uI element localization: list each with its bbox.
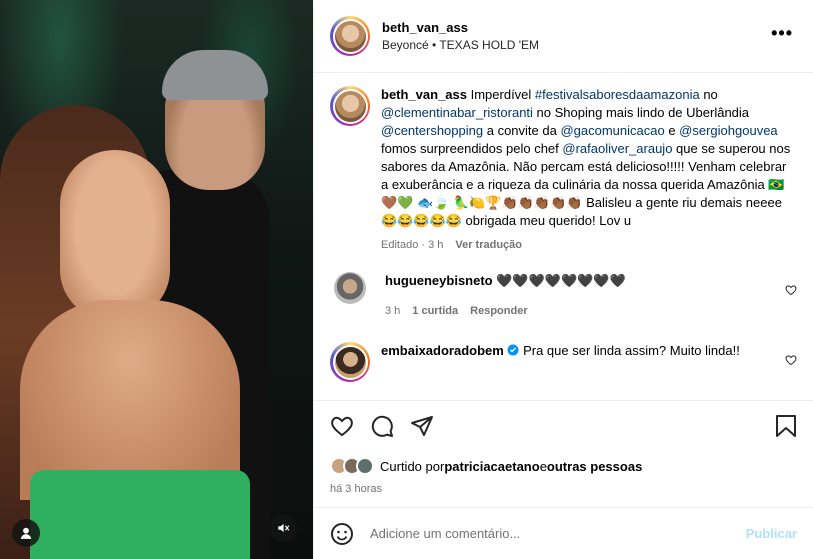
share-paper-plane-icon[interactable] — [410, 414, 434, 438]
post-actions: Curtido por patriciacaetano e outras pes… — [314, 400, 813, 508]
mention[interactable]: @clementinabar_ristoranti — [381, 105, 533, 120]
commenter-avatar[interactable] — [334, 272, 366, 304]
comment-bubble-icon[interactable] — [370, 414, 394, 438]
comment-meta: 3 h 1 curtida Responder — [385, 302, 795, 320]
speaker-muted-icon — [278, 523, 290, 533]
comment-text: embaixadoradobem Pra que ser linda assim… — [381, 343, 740, 358]
liked-by: Curtido por patriciacaetano e outras pes… — [330, 457, 797, 475]
comment-item: hugueneybisneto 🖤🖤🖤🖤🖤🖤🖤🖤 3 h1 curtida Res… — [330, 272, 797, 320]
post-sidebar: beth_van_ass Beyoncé • TEXAS HOLD 'EM ••… — [313, 0, 813, 559]
comments-list[interactable]: beth_van_ass Imperdível #festivalsabores… — [314, 74, 813, 400]
photo-woman-dress — [30, 470, 250, 559]
caption: beth_van_ass Imperdível #festivalsabores… — [330, 86, 797, 254]
post-media[interactable] — [0, 0, 313, 559]
liker-username[interactable]: patriciacaetano — [444, 459, 539, 474]
comment-likes[interactable]: 1 curtida — [412, 305, 458, 317]
caption-username[interactable]: beth_van_ass — [381, 87, 467, 102]
post-dialog: beth_van_ass Beyoncé • TEXAS HOLD 'EM ••… — [0, 0, 813, 559]
see-translation-link[interactable]: Ver tradução — [455, 239, 522, 251]
publish-button[interactable]: Publicar — [746, 526, 797, 541]
save-bookmark-icon[interactable] — [775, 414, 797, 438]
hashtag[interactable]: #festivalsaboresdaamazonia — [535, 87, 700, 102]
commenter-username[interactable]: embaixadoradobem — [381, 343, 504, 358]
author-username[interactable]: beth_van_ass — [382, 20, 539, 35]
author-avatar[interactable] — [330, 16, 370, 56]
comment-text: hugueneybisneto 🖤🖤🖤🖤🖤🖤🖤🖤 3 h1 curtida Res… — [385, 272, 795, 320]
like-comment-heart-icon[interactable] — [785, 284, 797, 296]
comment-time: 3 h — [385, 305, 401, 317]
commenter-avatar[interactable] — [330, 342, 370, 382]
caption-meta: Editado · 3 h Ver tradução — [381, 236, 791, 254]
liker-avatars[interactable] — [330, 457, 374, 475]
comment-input[interactable] — [370, 526, 730, 541]
tagged-users-button[interactable] — [12, 519, 40, 547]
verified-badge-icon — [507, 344, 519, 356]
reply-button[interactable]: Responder — [470, 305, 527, 317]
post-header: beth_van_ass Beyoncé • TEXAS HOLD 'EM ••… — [314, 0, 813, 73]
caption-avatar[interactable] — [330, 86, 370, 126]
others-link[interactable]: outras pessoas — [547, 459, 642, 474]
more-options-icon[interactable]: ••• — [771, 24, 793, 42]
commenter-username[interactable]: hugueneybisneto — [385, 273, 493, 288]
like-comment-heart-icon[interactable] — [785, 354, 797, 366]
like-heart-icon[interactable] — [330, 414, 354, 438]
emoji-icon[interactable] — [330, 522, 354, 546]
mention[interactable]: @sergiohgouvea — [679, 123, 777, 138]
comment-item: embaixadoradobem Pra que ser linda assim… — [330, 342, 797, 382]
mention[interactable]: @centershopping — [381, 123, 483, 138]
comments-scrollbar[interactable] — [809, 74, 813, 400]
post-timestamp[interactable]: há 3 horas — [330, 483, 797, 495]
add-comment-bar: Publicar — [314, 507, 813, 559]
caption-text: beth_van_ass Imperdível #festivalsabores… — [381, 86, 791, 254]
user-icon — [20, 527, 32, 539]
mention[interactable]: @gacomunicacao — [560, 123, 664, 138]
photo-woman-face — [60, 150, 170, 320]
audio-track[interactable]: Beyoncé • TEXAS HOLD 'EM — [382, 38, 539, 52]
caption-edited-time: Editado · 3 h — [381, 239, 444, 251]
mention[interactable]: @rafaoliver_araujo — [562, 141, 672, 156]
mute-button[interactable] — [269, 514, 297, 542]
